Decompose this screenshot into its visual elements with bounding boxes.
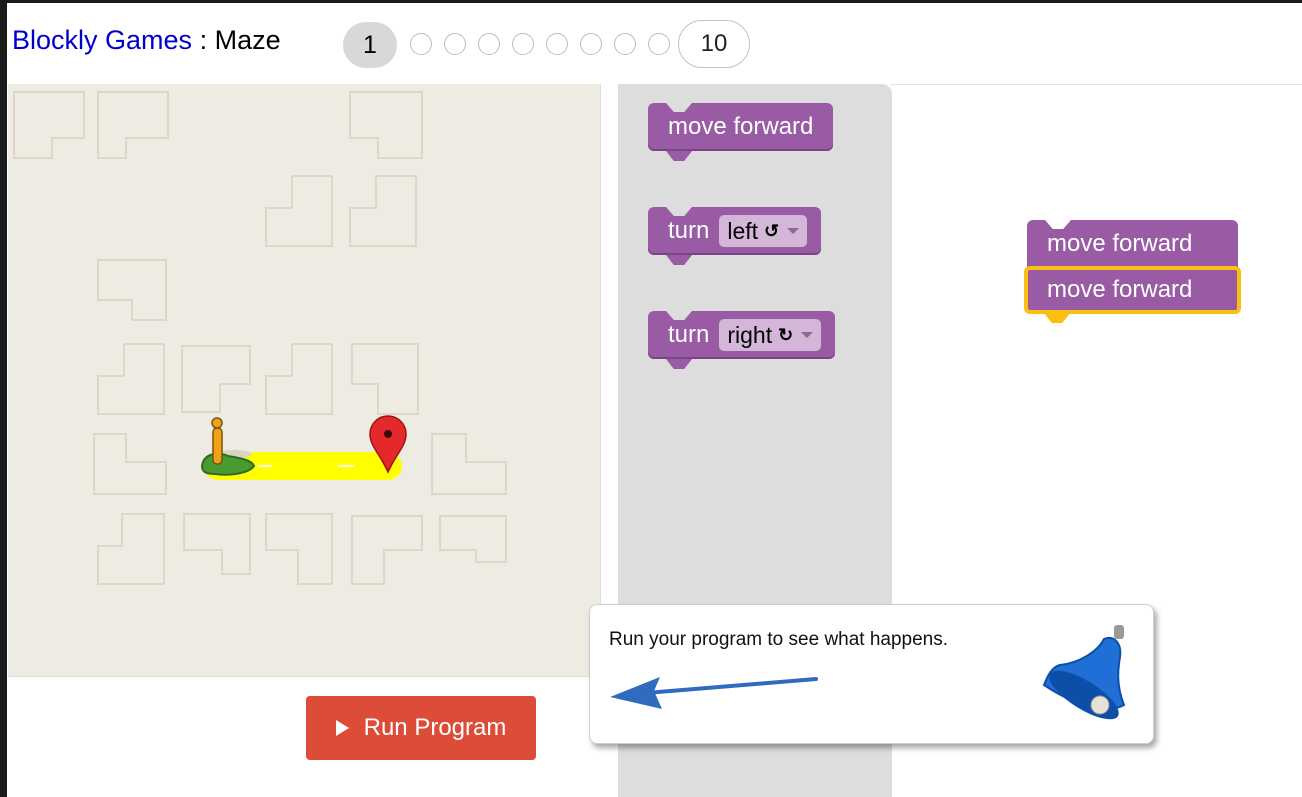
- level-4-button[interactable]: [478, 33, 500, 55]
- title-separator: :: [192, 25, 215, 55]
- level-2-button[interactable]: [410, 33, 432, 55]
- workspace-move-forward-block-selected[interactable]: move forward: [1024, 266, 1241, 323]
- block-notch-top: [1045, 220, 1071, 229]
- dropdown-value: right: [727, 321, 773, 348]
- rotate-left-icon: ↺: [764, 220, 780, 241]
- toolbox-turn-right-block[interactable]: turn right ↻: [648, 311, 836, 369]
- window-frame-left: [0, 0, 7, 797]
- chevron-down-icon: [801, 332, 814, 338]
- header-divider: [890, 84, 1302, 85]
- run-program-button[interactable]: Run Program: [306, 696, 536, 760]
- play-icon: [335, 720, 349, 736]
- page-title: Blockly Games : Maze: [12, 25, 281, 56]
- level-7-button[interactable]: [580, 33, 602, 55]
- block-label: move forward: [1047, 276, 1193, 303]
- run-program-label: Run Program: [363, 714, 507, 741]
- block-notch-bottom: [666, 255, 692, 265]
- pegman-icon: [200, 417, 256, 476]
- maze-board: [8, 84, 601, 677]
- bell-icon: [1042, 625, 1126, 720]
- level-3-button[interactable]: [444, 33, 466, 55]
- workspace-move-forward-block[interactable]: move forward: [1027, 220, 1238, 268]
- turn-direction-dropdown[interactable]: left ↺: [719, 215, 808, 247]
- level-10-button[interactable]: 10: [678, 20, 750, 68]
- block-notch-top: [666, 311, 692, 320]
- app-home-link[interactable]: Blockly Games: [12, 25, 192, 55]
- level-9-button[interactable]: [648, 33, 670, 55]
- level-8-button[interactable]: [614, 33, 636, 55]
- block-notch-top: [666, 103, 692, 112]
- dropdown-value: left: [727, 217, 759, 244]
- block-label: move forward: [1047, 230, 1193, 257]
- block-notch-bottom: [666, 359, 692, 369]
- maze-wall-tiles: [13, 91, 507, 585]
- toolbox-move-forward-block[interactable]: move forward: [648, 103, 834, 161]
- block-notch-bottom: [666, 151, 692, 161]
- left-arrow-icon: [610, 677, 818, 709]
- rotate-right-icon: ↻: [778, 324, 794, 345]
- block-label: move forward: [668, 113, 814, 140]
- level-6-button[interactable]: [546, 33, 568, 55]
- block-label: turn: [668, 217, 710, 244]
- level-1-button[interactable]: 1: [343, 22, 397, 68]
- toolbox-turn-left-block[interactable]: turn left ↺: [648, 207, 822, 265]
- chevron-down-icon: [787, 228, 800, 234]
- block-label: turn: [668, 321, 710, 348]
- turn-direction-dropdown[interactable]: right ↻: [719, 319, 822, 351]
- hint-bubble: Run your program to see what happens.: [589, 604, 1154, 744]
- header: Blockly Games : Maze 1 10: [7, 3, 1302, 83]
- block-notch-top: [666, 207, 692, 216]
- game-name: Maze: [214, 25, 281, 55]
- block-notch-bottom: [1044, 313, 1070, 323]
- level-5-button[interactable]: [512, 33, 534, 55]
